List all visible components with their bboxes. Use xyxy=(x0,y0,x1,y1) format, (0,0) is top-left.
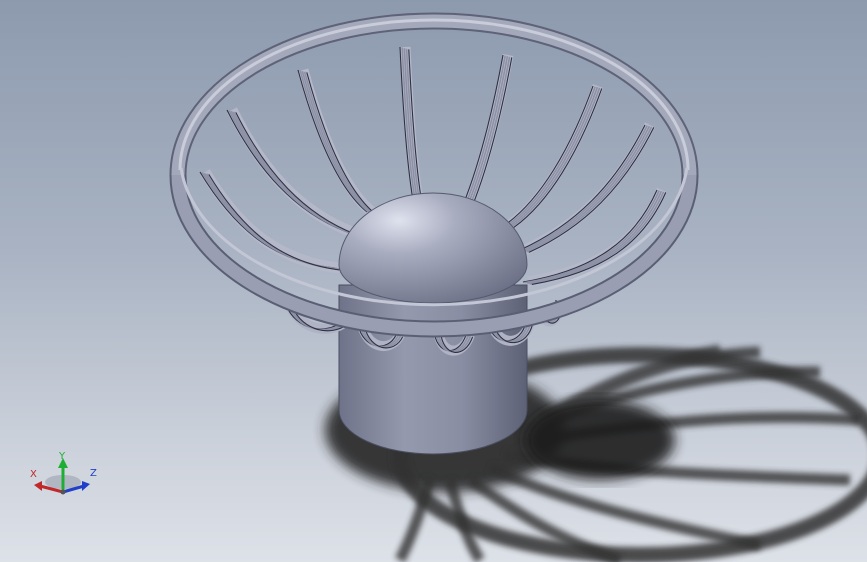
cylinder-base xyxy=(338,284,528,455)
y-axis-label: Y xyxy=(59,451,66,462)
rib-strand xyxy=(306,72,377,215)
z-axis-label: Z xyxy=(90,468,97,479)
graphics-viewport[interactable]: X Y Z xyxy=(0,0,867,562)
rib-strand xyxy=(504,85,594,226)
rib-strand xyxy=(506,86,596,227)
axis-triad xyxy=(34,458,90,495)
rib xyxy=(297,68,376,217)
rib-strand xyxy=(230,110,352,234)
rib xyxy=(227,107,354,238)
rib-strand xyxy=(519,124,646,251)
model-canvas[interactable] xyxy=(0,0,867,562)
x-axis-label: X xyxy=(30,469,37,480)
